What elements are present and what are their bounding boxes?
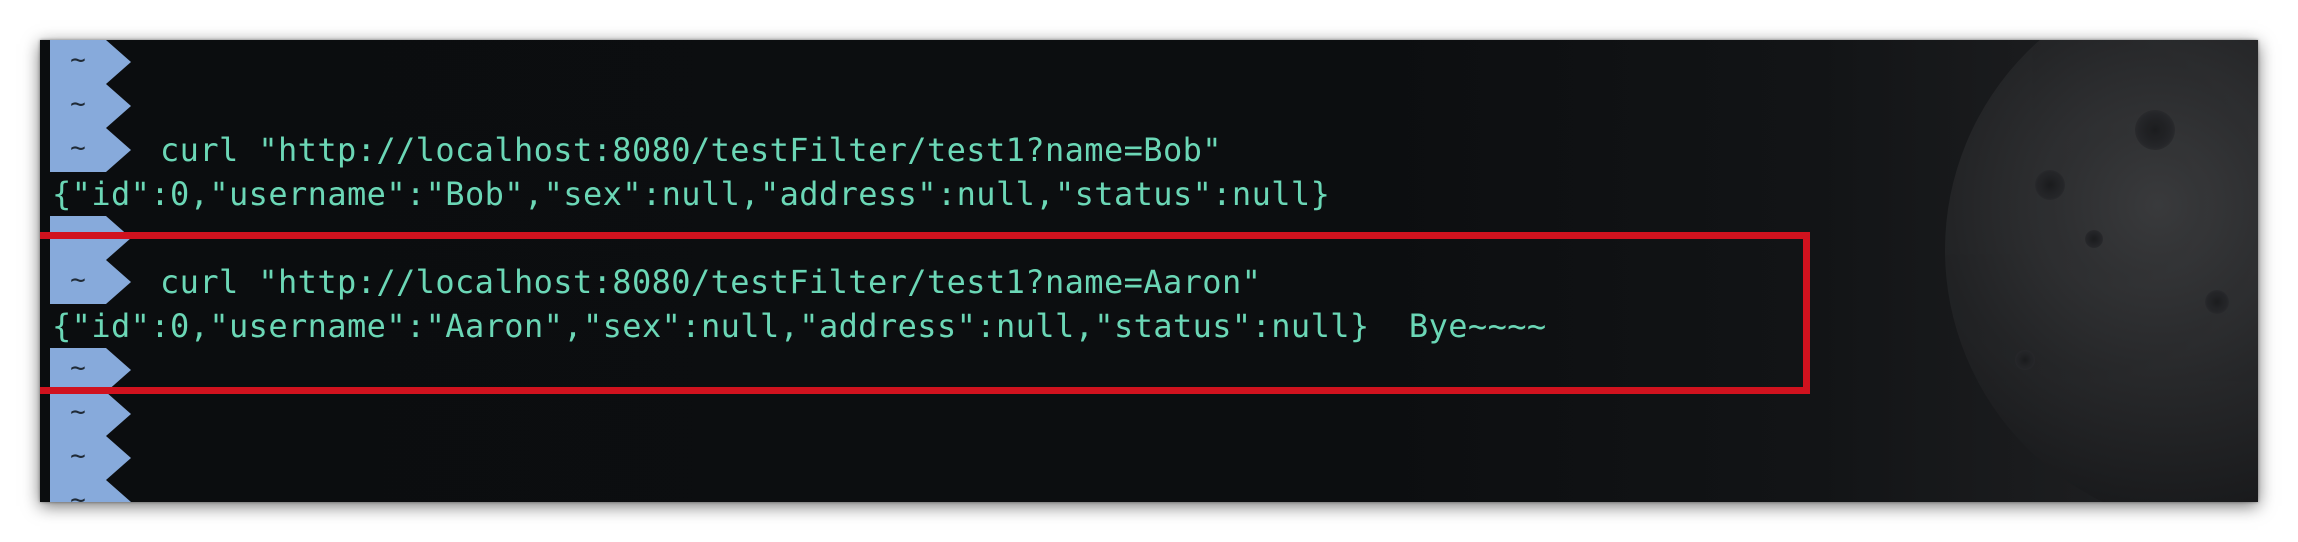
prompt-tilde: ~	[70, 45, 86, 75]
prompt-segment: ~	[50, 128, 131, 172]
prompt-tilde: ~	[70, 89, 86, 119]
terminal-window[interactable]: ~ ~ ~ curl "http://localhost:8080/testFi…	[40, 40, 2258, 502]
crater	[2205, 290, 2229, 314]
moon-background-image	[1945, 40, 2258, 502]
crater	[2085, 230, 2103, 248]
prompt-tilde: ~	[70, 397, 86, 427]
output-text: {"id":0,"username":"Bob","sex":null,"add…	[52, 175, 1331, 213]
command-text: curl "http://localhost:8080/testFilter/t…	[160, 131, 1222, 169]
prompt-segment: ~	[50, 436, 131, 480]
crater	[2015, 350, 2035, 370]
prompt-segment: ~	[50, 480, 131, 502]
crater	[2135, 110, 2175, 150]
prompt-segment: ~	[50, 392, 131, 436]
prompt-tilde: ~	[70, 441, 86, 471]
prompt-tilde: ~	[70, 133, 86, 163]
annotation-highlight-box	[40, 232, 1810, 394]
crater	[2035, 170, 2065, 200]
prompt-segment: ~	[50, 84, 131, 128]
prompt-segment: ~	[50, 40, 131, 84]
prompt-tilde: ~	[70, 485, 86, 502]
